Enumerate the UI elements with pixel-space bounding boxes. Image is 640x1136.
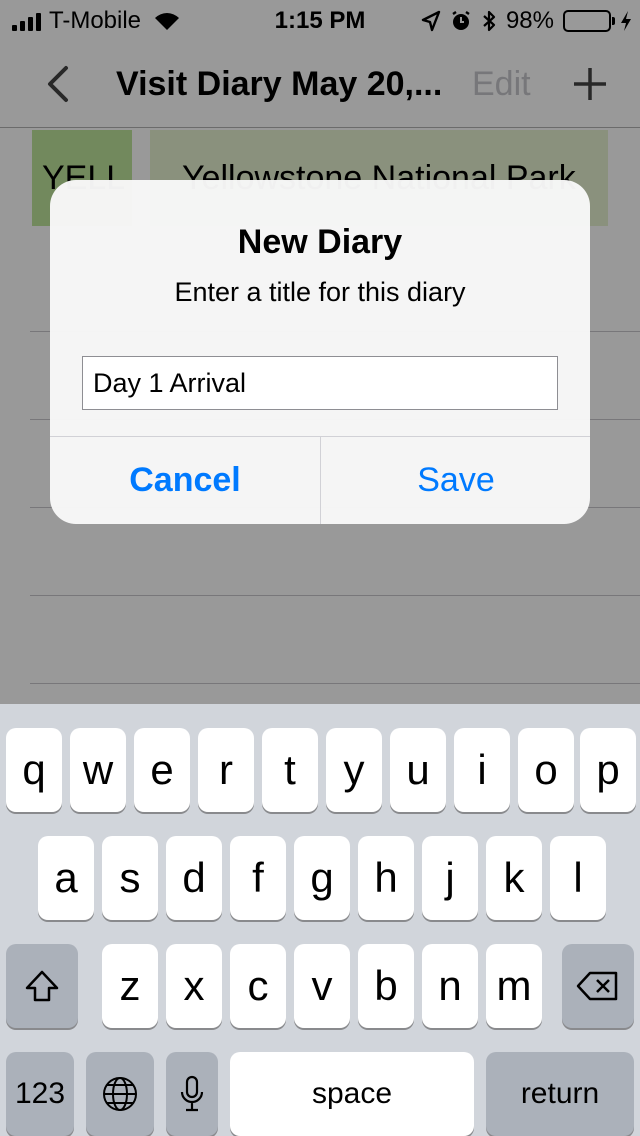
key-h[interactable]: h xyxy=(358,836,414,920)
key-x[interactable]: x xyxy=(166,944,222,1028)
alert-title: New Diary xyxy=(237,223,403,261)
cancel-button[interactable]: Cancel xyxy=(50,437,320,524)
globe-key[interactable] xyxy=(86,1052,154,1136)
keyboard: q w e r t y u i o p a s d f g h j k l z … xyxy=(0,704,640,1136)
key-f[interactable]: f xyxy=(230,836,286,920)
save-button[interactable]: Save xyxy=(321,437,590,524)
key-d[interactable]: d xyxy=(166,836,222,920)
key-m[interactable]: m xyxy=(486,944,542,1028)
key-p[interactable]: p xyxy=(580,728,636,812)
key-k[interactable]: k xyxy=(486,836,542,920)
dictation-key[interactable] xyxy=(166,1052,218,1136)
key-u[interactable]: u xyxy=(390,728,446,812)
shift-key[interactable] xyxy=(6,944,78,1028)
backspace-icon xyxy=(576,971,618,1001)
key-q[interactable]: q xyxy=(6,728,62,812)
alert-message: Enter a title for this diary xyxy=(174,277,466,307)
key-i[interactable]: i xyxy=(454,728,510,812)
key-j[interactable]: j xyxy=(422,836,478,920)
key-a[interactable]: a xyxy=(38,836,94,920)
key-b[interactable]: b xyxy=(358,944,414,1028)
key-n[interactable]: n xyxy=(422,944,478,1028)
space-key[interactable]: space xyxy=(230,1052,474,1136)
key-c[interactable]: c xyxy=(230,944,286,1028)
key-t[interactable]: t xyxy=(262,728,318,812)
key-z[interactable]: z xyxy=(102,944,158,1028)
globe-icon xyxy=(103,1077,137,1111)
key-y[interactable]: y xyxy=(326,728,382,812)
return-key[interactable]: return xyxy=(486,1052,634,1136)
shift-icon xyxy=(25,970,59,1002)
microphone-icon xyxy=(180,1075,204,1112)
key-o[interactable]: o xyxy=(518,728,574,812)
numbers-key[interactable]: 123 xyxy=(6,1052,74,1136)
key-r[interactable]: r xyxy=(198,728,254,812)
new-diary-alert: New Diary Enter a title for this diary D… xyxy=(50,180,590,524)
key-g[interactable]: g xyxy=(294,836,350,920)
key-l[interactable]: l xyxy=(550,836,606,920)
diary-title-input[interactable]: Day 1 Arrival xyxy=(82,356,558,410)
key-v[interactable]: v xyxy=(294,944,350,1028)
key-e[interactable]: e xyxy=(134,728,190,812)
key-s[interactable]: s xyxy=(102,836,158,920)
delete-key[interactable] xyxy=(562,944,634,1028)
key-w[interactable]: w xyxy=(70,728,126,812)
